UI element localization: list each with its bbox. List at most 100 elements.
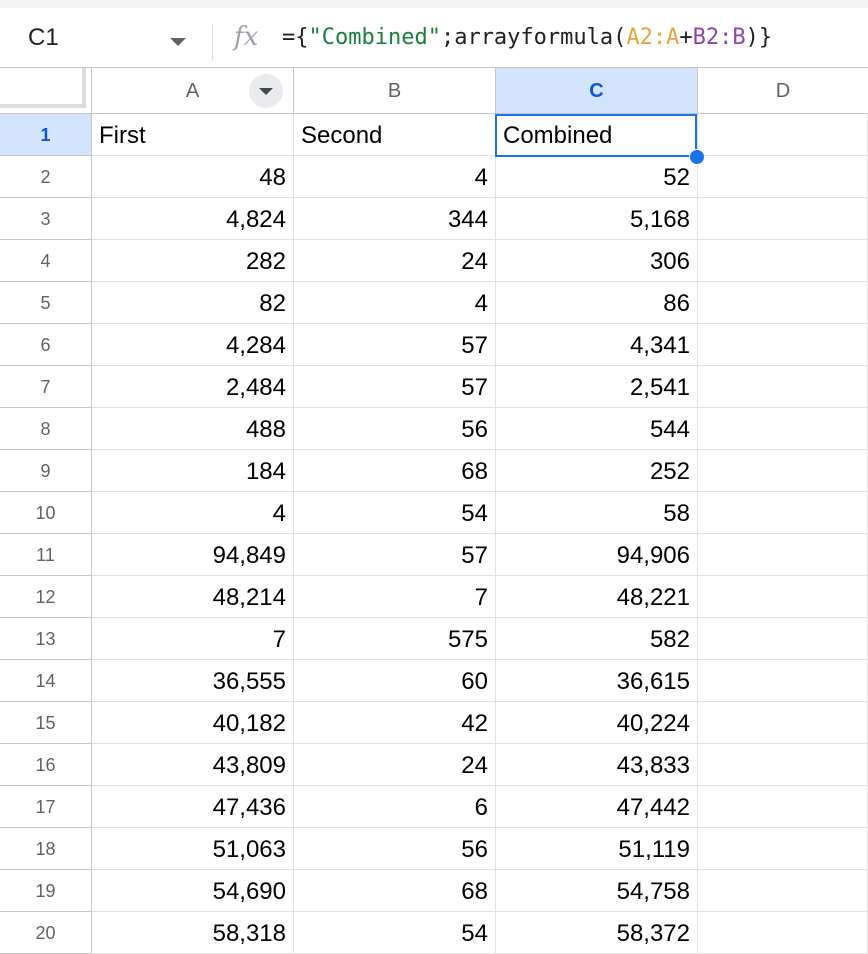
cell-a[interactable]: 4,824 xyxy=(92,198,294,240)
cell-c[interactable]: 58 xyxy=(496,492,698,534)
cell-a[interactable]: 54,690 xyxy=(92,870,294,912)
cell-c[interactable]: 36,615 xyxy=(496,660,698,702)
cell-b[interactable]: 57 xyxy=(294,534,496,576)
row-header[interactable]: 12 xyxy=(0,576,92,618)
name-box[interactable]: C1 xyxy=(28,24,59,52)
cell-d[interactable] xyxy=(698,450,868,492)
cell-d[interactable] xyxy=(698,660,868,702)
cell-d[interactable] xyxy=(698,492,868,534)
cell-b[interactable]: 344 xyxy=(294,198,496,240)
cell-b[interactable]: 24 xyxy=(294,744,496,786)
cell-b1[interactable]: Second xyxy=(294,114,496,156)
cell-a[interactable]: 43,809 xyxy=(92,744,294,786)
cell-d[interactable] xyxy=(698,870,868,912)
cell-b[interactable]: 4 xyxy=(294,282,496,324)
row-header[interactable]: 10 xyxy=(0,492,92,534)
cell-c[interactable]: 40,224 xyxy=(496,702,698,744)
cell-a[interactable]: 488 xyxy=(92,408,294,450)
cell-c[interactable]: 252 xyxy=(496,450,698,492)
cell-d[interactable] xyxy=(698,282,868,324)
row-header[interactable]: 8 xyxy=(0,408,92,450)
cell-d[interactable] xyxy=(698,702,868,744)
cell-c[interactable]: 43,833 xyxy=(496,744,698,786)
row-header[interactable]: 5 xyxy=(0,282,92,324)
cell-c1[interactable]: Combined xyxy=(496,114,698,156)
cell-b[interactable]: 57 xyxy=(294,366,496,408)
cell-b[interactable]: 42 xyxy=(294,702,496,744)
cell-d[interactable] xyxy=(698,534,868,576)
cell-a[interactable]: 7 xyxy=(92,618,294,660)
cell-c[interactable]: 2,541 xyxy=(496,366,698,408)
row-header[interactable]: 7 xyxy=(0,366,92,408)
cell-d[interactable] xyxy=(698,744,868,786)
cell-c[interactable]: 48,221 xyxy=(496,576,698,618)
cell-d[interactable] xyxy=(698,576,868,618)
cell-c[interactable]: 52 xyxy=(496,156,698,198)
row-header[interactable]: 20 xyxy=(0,912,92,954)
select-all-corner[interactable] xyxy=(0,68,92,114)
cell-b[interactable]: 24 xyxy=(294,240,496,282)
cell-b[interactable]: 60 xyxy=(294,660,496,702)
filter-dropdown-icon[interactable] xyxy=(249,74,283,108)
cell-a[interactable]: 4,284 xyxy=(92,324,294,366)
column-header-d[interactable]: D xyxy=(698,68,868,114)
cell-b[interactable]: 56 xyxy=(294,408,496,450)
column-header-c[interactable]: C xyxy=(496,68,698,114)
row-header[interactable]: 13 xyxy=(0,618,92,660)
cell-a[interactable]: 58,318 xyxy=(92,912,294,954)
cell-d[interactable] xyxy=(698,156,868,198)
cell-a[interactable]: 48,214 xyxy=(92,576,294,618)
column-header-a[interactable]: A xyxy=(92,68,294,114)
row-header[interactable]: 6 xyxy=(0,324,92,366)
cell-a1[interactable]: First xyxy=(92,114,294,156)
cell-b[interactable]: 7 xyxy=(294,576,496,618)
cell-d1[interactable] xyxy=(698,114,868,156)
cell-a[interactable]: 4 xyxy=(92,492,294,534)
cell-a[interactable]: 48 xyxy=(92,156,294,198)
cell-d[interactable] xyxy=(698,912,868,954)
cell-c[interactable]: 86 xyxy=(496,282,698,324)
cell-a[interactable]: 40,182 xyxy=(92,702,294,744)
cell-b[interactable]: 57 xyxy=(294,324,496,366)
cell-b[interactable]: 68 xyxy=(294,450,496,492)
cell-a[interactable]: 82 xyxy=(92,282,294,324)
cell-b[interactable]: 575 xyxy=(294,618,496,660)
formula-input[interactable]: ={"Combined";arrayformula(A2:A+B2:B)} xyxy=(282,25,772,50)
cell-a[interactable]: 47,436 xyxy=(92,786,294,828)
cell-b[interactable]: 4 xyxy=(294,156,496,198)
cell-c[interactable]: 5,168 xyxy=(496,198,698,240)
freeze-handle[interactable] xyxy=(0,68,86,108)
cell-c[interactable]: 306 xyxy=(496,240,698,282)
row-header[interactable]: 19 xyxy=(0,870,92,912)
row-header[interactable]: 4 xyxy=(0,240,92,282)
cell-a[interactable]: 36,555 xyxy=(92,660,294,702)
cell-d[interactable] xyxy=(698,240,868,282)
row-header[interactable]: 9 xyxy=(0,450,92,492)
row-header[interactable]: 11 xyxy=(0,534,92,576)
cell-d[interactable] xyxy=(698,366,868,408)
cell-b[interactable]: 56 xyxy=(294,828,496,870)
cell-a[interactable]: 51,063 xyxy=(92,828,294,870)
row-header[interactable]: 3 xyxy=(0,198,92,240)
cell-b[interactable]: 6 xyxy=(294,786,496,828)
cell-c[interactable]: 582 xyxy=(496,618,698,660)
cell-a[interactable]: 184 xyxy=(92,450,294,492)
cell-d[interactable] xyxy=(698,828,868,870)
chevron-down-icon[interactable] xyxy=(170,38,186,46)
cell-d[interactable] xyxy=(698,198,868,240)
cell-c[interactable]: 51,119 xyxy=(496,828,698,870)
cell-a[interactable]: 282 xyxy=(92,240,294,282)
row-header[interactable]: 14 xyxy=(0,660,92,702)
row-header[interactable]: 16 xyxy=(0,744,92,786)
row-header[interactable]: 1 xyxy=(0,114,92,156)
cell-b[interactable]: 54 xyxy=(294,492,496,534)
row-header[interactable]: 18 xyxy=(0,828,92,870)
row-header[interactable]: 2 xyxy=(0,156,92,198)
row-header[interactable]: 17 xyxy=(0,786,92,828)
cell-b[interactable]: 54 xyxy=(294,912,496,954)
cell-a[interactable]: 2,484 xyxy=(92,366,294,408)
row-header[interactable]: 15 xyxy=(0,702,92,744)
cell-d[interactable] xyxy=(698,324,868,366)
cell-d[interactable] xyxy=(698,618,868,660)
cell-c[interactable]: 47,442 xyxy=(496,786,698,828)
